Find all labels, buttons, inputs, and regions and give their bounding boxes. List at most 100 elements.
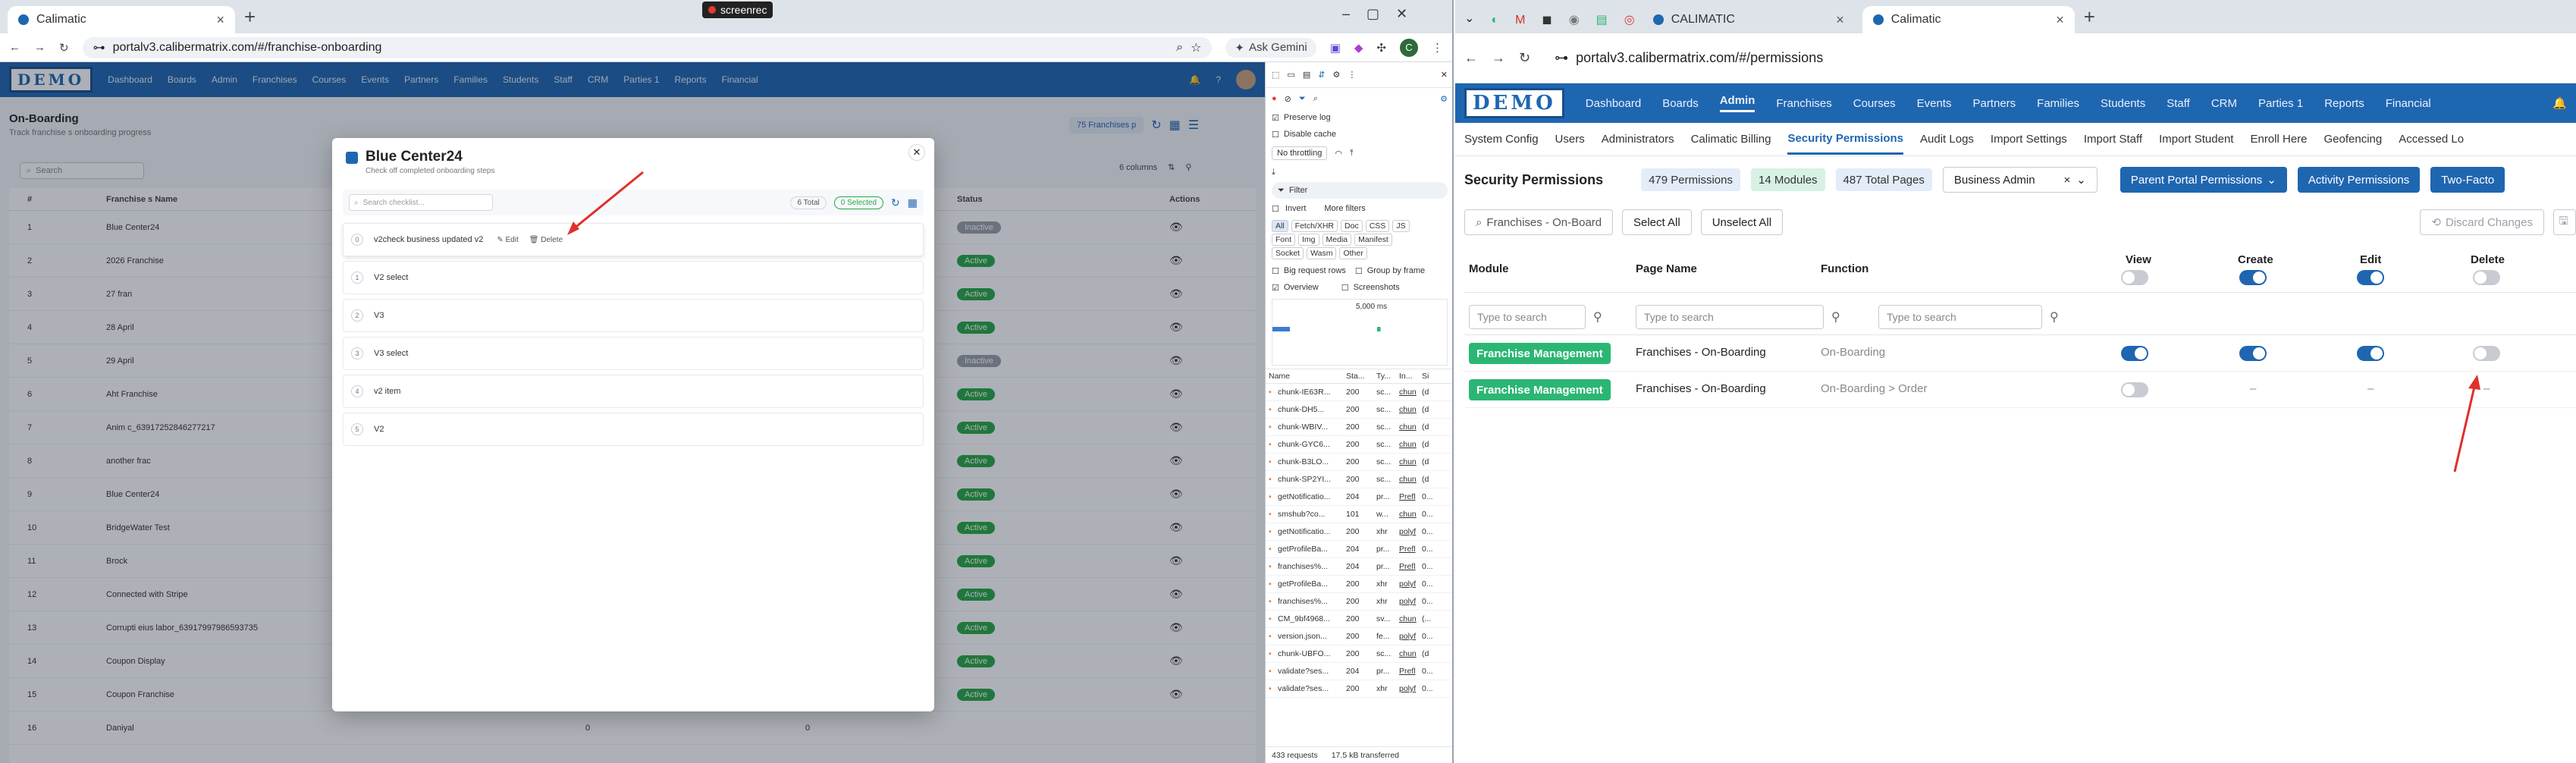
type-filter-chip[interactable]: Img xyxy=(1298,234,1319,246)
close-tab-icon[interactable]: × xyxy=(2056,12,2064,28)
network-icon[interactable]: ⇵ xyxy=(1318,70,1325,80)
request-row[interactable]: ▪ chunk-GYC6... 200 sc... chun (d xyxy=(1266,436,1452,454)
more-filters-dropdown[interactable]: More filters xyxy=(1324,204,1365,213)
nav-reports[interactable]: Reports xyxy=(2324,97,2364,110)
nav-parties[interactable]: Parties 1 xyxy=(2258,97,2303,110)
type-filter-chip[interactable]: Other xyxy=(1339,247,1367,259)
subnav-item[interactable]: Geofencing xyxy=(2324,133,2383,146)
nav-financial[interactable]: Financial xyxy=(2386,97,2431,110)
module-filter-input[interactable]: Type to search xyxy=(1469,305,1586,329)
type-filter-chip[interactable]: CSS xyxy=(1365,220,1390,232)
view-toggle[interactable] xyxy=(2121,346,2148,361)
wifi-icon[interactable]: ◠ xyxy=(1335,149,1342,159)
request-row[interactable]: ▪ chunk-WBIV... 200 sc... chun (d xyxy=(1266,419,1452,436)
url-field[interactable]: ⊶ portalv3.calibermatrix.com/#/permissio… xyxy=(1544,44,2567,72)
view-toggle[interactable] xyxy=(2121,382,2148,397)
request-row[interactable]: ▪ getProfileBa... 200 xhr polyf 0... xyxy=(1266,576,1452,593)
forward-icon[interactable]: → xyxy=(1492,50,1505,66)
request-initiator[interactable]: Prefl xyxy=(1399,667,1422,676)
request-row[interactable]: ▪ chunk-UBFO... 200 sc... chun (d xyxy=(1266,645,1452,663)
col-type[interactable]: Ty... xyxy=(1376,372,1399,381)
search-icon[interactable]: ⌕ xyxy=(1313,94,1318,104)
nav-staff[interactable]: Staff xyxy=(2167,97,2190,110)
create-all-toggle[interactable] xyxy=(2239,270,2267,285)
request-row[interactable]: ▪ version.json... 200 fe... polyf 0... xyxy=(1266,628,1452,645)
col-size[interactable]: Si xyxy=(1422,372,1429,381)
subnav-item[interactable]: Administrators xyxy=(1602,133,1674,146)
request-row[interactable]: ▪ chunk-B3LO... 200 sc... chun (d xyxy=(1266,454,1452,471)
pinned-tab-icon[interactable]: ◉ xyxy=(1569,12,1580,27)
back-icon[interactable]: ← xyxy=(1464,50,1478,66)
request-row[interactable]: ▪ getNotificatio... 204 pr... Prefl 0... xyxy=(1266,488,1452,506)
filter-input[interactable]: ⏷ Filter xyxy=(1272,182,1448,199)
edit-button[interactable]: ✎ Edit xyxy=(497,236,518,244)
tab-calimatic-caps[interactable]: CALIMATIC × xyxy=(1643,6,1855,33)
checklist-item[interactable]: 3 V3 select xyxy=(343,337,924,370)
type-filter-chip[interactable]: Media xyxy=(1322,234,1352,246)
subnav-item[interactable]: Import Settings xyxy=(1991,133,2067,146)
request-initiator[interactable]: chun xyxy=(1399,457,1422,466)
pinned-tab-icon[interactable]: ◎ xyxy=(1624,12,1635,27)
select-all-button[interactable]: Select All xyxy=(1622,209,1692,235)
request-row[interactable]: ▪ chunk-SP2YI... 200 sc... chun (d xyxy=(1266,471,1452,488)
function-filter-input[interactable]: Type to search xyxy=(1878,305,2042,329)
nav-crm[interactable]: CRM xyxy=(2211,97,2237,110)
checklist-item[interactable]: 4 v2 item xyxy=(343,375,924,408)
clear-icon[interactable]: ⊘ xyxy=(1285,94,1291,104)
ask-gemini-button[interactable]: ✦ Ask Gemini xyxy=(1225,37,1316,58)
role-select[interactable]: Business Admin × ⌄ xyxy=(1942,167,2098,193)
close-tab-icon[interactable]: × xyxy=(1836,12,1844,28)
col-status[interactable]: Sta... xyxy=(1346,372,1376,381)
profile-avatar[interactable]: C xyxy=(1400,38,1418,57)
activity-permissions-button[interactable]: Activity Permissions xyxy=(2297,167,2421,193)
settings-gear-icon[interactable]: ⚙ xyxy=(1332,70,1340,80)
new-tab-button[interactable]: + xyxy=(244,5,256,29)
site-info-icon[interactable]: ⊶ xyxy=(1555,50,1568,66)
edit-all-toggle[interactable] xyxy=(2357,270,2384,285)
type-filter-chip[interactable]: Doc xyxy=(1341,220,1363,232)
network-timeline[interactable]: 5,000 ms xyxy=(1272,299,1448,366)
minimize-icon[interactable]: – xyxy=(1342,6,1350,22)
two-factor-button[interactable]: Two-Facto xyxy=(2430,167,2505,193)
nav-franchises[interactable]: Franchises xyxy=(1776,97,1831,110)
extension-icon[interactable]: ▣ xyxy=(1330,41,1341,55)
screenshots-checkbox[interactable]: ☐ xyxy=(1341,283,1349,293)
request-initiator[interactable]: chun xyxy=(1399,649,1422,658)
nav-dashboard[interactable]: Dashboard xyxy=(1586,97,1641,110)
type-filter-chip[interactable]: Socket xyxy=(1272,247,1304,259)
filter-icon[interactable]: ⚲ xyxy=(1593,309,1602,325)
request-initiator[interactable]: Prefl xyxy=(1399,492,1422,501)
delete-button[interactable]: 🗑 Delete xyxy=(529,236,563,244)
discard-changes-button[interactable]: ⟲ Discard Changes xyxy=(2420,209,2544,235)
gmail-icon[interactable]: M xyxy=(1515,14,1525,27)
checklist-search-input[interactable]: ⌕ Search checklist... xyxy=(349,194,493,211)
view-all-toggle[interactable] xyxy=(2121,270,2148,285)
reload-icon[interactable]: ↻ xyxy=(1519,50,1530,66)
col-initiator[interactable]: In... xyxy=(1399,372,1422,381)
request-row[interactable]: ▪ chunk-IE63R... 200 sc... chun (d xyxy=(1266,384,1452,401)
left-tab-calimatic[interactable]: Calimatic × xyxy=(8,6,235,33)
nav-families[interactable]: Families xyxy=(2037,97,2079,110)
request-row[interactable]: ▪ getNotificatio... 200 xhr polyf 0... xyxy=(1266,523,1452,541)
import-har-icon[interactable]: ⤒ xyxy=(1350,149,1354,159)
subnav-item[interactable]: Calimatic Billing xyxy=(1691,133,1771,146)
request-initiator[interactable]: polyf xyxy=(1399,684,1422,693)
type-filter-chip[interactable]: Wasm xyxy=(1307,247,1337,259)
subnav-item[interactable]: Users xyxy=(1555,133,1585,146)
nav-events[interactable]: Events xyxy=(1917,97,1952,110)
maximize-icon[interactable]: ▢ xyxy=(1366,6,1379,22)
close-window-icon[interactable]: ✕ xyxy=(1396,6,1407,22)
forward-icon[interactable]: → xyxy=(34,41,45,54)
grid-view-icon[interactable]: ▦ xyxy=(908,196,918,209)
invert-checkbox[interactable]: ☐ xyxy=(1272,204,1279,214)
puzzle-extensions-icon[interactable]: ✣ xyxy=(1376,41,1386,55)
pinned-tab-icon[interactable]: ◐ xyxy=(1491,14,1498,27)
tab-calimatic[interactable]: Calimatic × xyxy=(1862,6,2075,33)
inspect-icon[interactable]: ⬚ xyxy=(1272,70,1279,80)
request-initiator[interactable]: Prefl xyxy=(1399,545,1422,554)
search-icon[interactable]: ⌕ xyxy=(1176,41,1183,55)
subnav-item[interactable]: Import Staff xyxy=(2084,133,2142,146)
request-row[interactable]: ▪ validate?ses... 204 pr... Prefl 0... xyxy=(1266,663,1452,680)
filter-icon[interactable]: ⚲ xyxy=(1831,309,1840,325)
request-initiator[interactable]: chun xyxy=(1399,510,1422,519)
